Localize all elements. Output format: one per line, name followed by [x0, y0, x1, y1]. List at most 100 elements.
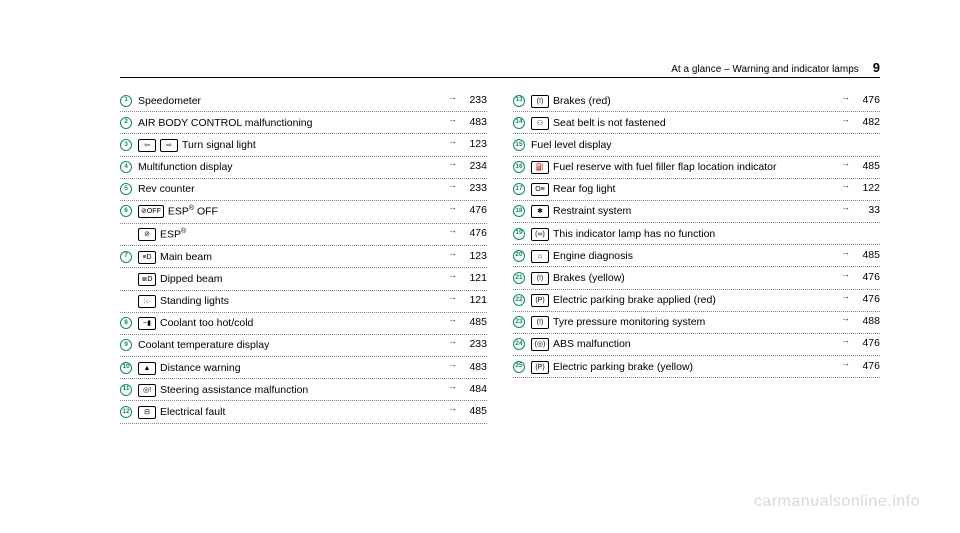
callout-badge: 20 — [513, 250, 525, 262]
item-label: Coolant temperature display — [138, 338, 269, 352]
item-label: Distance warning — [160, 361, 241, 375]
left-column: 1Speedometer→2332AIR BODY CONTROL malfun… — [120, 90, 487, 424]
label-wrap: ⌂Engine diagnosis — [531, 249, 834, 263]
label-wrap: ⊘ ESP® — [138, 227, 441, 242]
list-item: 18✱Restraint system→33 — [513, 201, 880, 223]
arrow-icon: → — [834, 92, 850, 102]
label-wrap: (∞)This indicator lamp has no function — [531, 227, 834, 241]
callout-badge: 2 — [120, 117, 132, 129]
callout-badge: 8 — [120, 317, 132, 329]
arrow-icon: → — [441, 270, 457, 280]
indicator-icon: ⊘ — [138, 228, 156, 241]
list-item: 19 (∞)This indicator lamp has no function — [513, 223, 880, 245]
indicator-icon: ⊟ — [138, 406, 156, 419]
item-label: Multifunction display — [138, 160, 233, 174]
item-label: Electric parking brake applied (red) — [553, 293, 716, 307]
indicator-icon: ◎! — [138, 384, 156, 397]
arrow-icon: → — [441, 158, 457, 168]
list-item: 9Coolant temperature display→233 — [120, 335, 487, 357]
list-item: 17O≡Rear fog light→122 — [513, 179, 880, 201]
list-item: ⊘ESP®→476 — [120, 224, 487, 247]
page-reference: 476 — [850, 337, 880, 349]
label-wrap: ◎!Steering assistance malfunction — [138, 383, 441, 397]
item-label: Coolant too hot/cold — [160, 316, 253, 330]
page-header: At a glance – Warning and indicator lamp… — [120, 60, 880, 78]
badge-spacer — [120, 227, 132, 239]
label-wrap: (!)Brakes (red) — [531, 94, 834, 108]
watermark: carmanualsonline.info — [754, 493, 920, 511]
callout-badge: 13 — [513, 95, 525, 107]
item-label: ESP® — [160, 227, 186, 242]
label-wrap: ≣DDipped beam — [138, 272, 441, 286]
list-item: 14⚇Seat belt is not fastened→482 — [513, 112, 880, 134]
label-wrap: ≡DMain beam — [138, 250, 441, 264]
callout-badge: 11 — [120, 384, 132, 396]
item-label: Fuel reserve with fuel filler flap locat… — [553, 160, 777, 174]
label-wrap: O≡Rear fog light — [531, 182, 834, 196]
callout-badge: 12 — [120, 406, 132, 418]
page-reference: 485 — [457, 316, 487, 328]
arrow-icon: → — [441, 136, 457, 146]
arrow-icon: → — [441, 403, 457, 413]
page-reference: 485 — [850, 160, 880, 172]
page-reference: 123 — [457, 138, 487, 150]
right-column: 13(!)Brakes (red)→47614⚇Seat belt is not… — [513, 90, 880, 424]
label-wrap: ⛽ Fuel reserve with fuel filler flap loca… — [531, 160, 834, 174]
arrow-icon: → — [441, 359, 457, 369]
indicator-icon: ⇦ — [138, 139, 156, 152]
callout-badge: 23 — [513, 316, 525, 328]
label-wrap: ჻჻ Standing lights — [138, 294, 441, 308]
label-wrap: Speedometer — [138, 94, 441, 108]
indicator-icon: (◎) — [531, 338, 549, 351]
item-label: Restraint system — [553, 204, 631, 218]
badge-spacer — [120, 272, 132, 284]
label-wrap: ⊘OFF ESP® OFF — [138, 204, 441, 219]
page-reference: 488 — [850, 315, 880, 327]
page-reference: 476 — [850, 360, 880, 372]
arrow-icon: → — [834, 114, 850, 124]
indicator-icon: ჻჻ — [138, 295, 156, 308]
page-reference: 122 — [850, 182, 880, 194]
item-label: Electrical fault — [160, 405, 225, 419]
label-wrap: ⊟ Electrical fault — [138, 405, 441, 419]
arrow-icon: → — [441, 314, 457, 324]
list-item: 5Rev counter→233 — [120, 179, 487, 201]
label-wrap: AIR BODY CONTROL malfunctioning — [138, 116, 441, 130]
indicator-icon: ⛽ — [531, 161, 549, 174]
list-item: 3⇦⇨Turn signal light→123 — [120, 134, 487, 156]
page-reference: 476 — [850, 271, 880, 283]
content-columns: 1Speedometer→2332AIR BODY CONTROL malfun… — [120, 90, 880, 424]
arrow-icon: → — [834, 313, 850, 323]
callout-badge: 21 — [513, 272, 525, 284]
item-label: Brakes (red) — [553, 94, 611, 108]
arrow-icon: → — [834, 358, 850, 368]
indicator-icon: ▲ — [138, 362, 156, 375]
indicator-icon: ⊘OFF — [138, 205, 164, 218]
item-label: AIR BODY CONTROL malfunctioning — [138, 116, 312, 130]
page-reference: 476 — [850, 94, 880, 106]
arrow-icon: → — [834, 335, 850, 345]
callout-badge: 19 — [513, 228, 525, 240]
item-label: Dipped beam — [160, 272, 222, 286]
callout-badge: 24 — [513, 338, 525, 350]
arrow-icon: → — [834, 247, 850, 257]
item-label: Standing lights — [160, 294, 229, 308]
callout-badge: 5 — [120, 183, 132, 195]
item-label: Electric parking brake (yellow) — [553, 360, 693, 374]
page-reference: 233 — [457, 182, 487, 194]
item-label: Engine diagnosis — [553, 249, 633, 263]
page-reference: 123 — [457, 250, 487, 262]
item-label: ESP® OFF — [168, 204, 218, 219]
list-item: 12⊟Electrical fault→485 — [120, 401, 487, 423]
indicator-icon: (!) — [531, 272, 549, 285]
arrow-icon: → — [441, 114, 457, 124]
callout-badge: 6 — [120, 205, 132, 217]
list-item: 13 (!)Brakes (red)→476 — [513, 90, 880, 112]
indicator-icon: (∞) — [531, 228, 549, 241]
item-label: Turn signal light — [182, 138, 256, 152]
indicator-icon: (P) — [531, 361, 549, 374]
page-reference: 121 — [457, 294, 487, 306]
indicator-icon: ~▮ — [138, 317, 156, 330]
label-wrap: (◎)ABS malfunction — [531, 337, 834, 351]
label-wrap: (P)Electric parking brake applied (red) — [531, 293, 834, 307]
